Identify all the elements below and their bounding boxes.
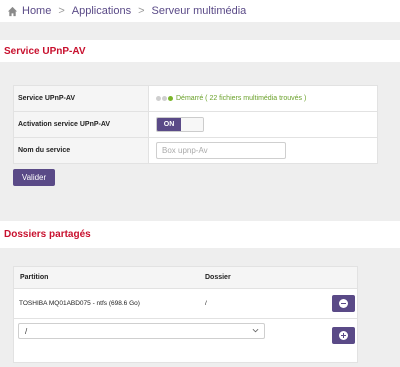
folder-cell: / bbox=[205, 300, 207, 307]
toggle-on-label: ON bbox=[157, 118, 181, 131]
section-title-shares: Dossiers partagés bbox=[0, 221, 400, 248]
column-header-folder: Dossier bbox=[205, 274, 231, 281]
section-title-upnp: Service UPnP-AV bbox=[0, 40, 400, 62]
table-row: Activation service UPnP-AV ON bbox=[13, 111, 378, 138]
spacer-band bbox=[0, 22, 400, 40]
activation-toggle[interactable]: ON bbox=[156, 117, 204, 132]
breadcrumb-separator: > bbox=[138, 5, 145, 17]
table-row: Service UPnP-AV Démarré ( 22 fichiers mu… bbox=[13, 85, 378, 112]
status-dot-icon bbox=[156, 96, 161, 101]
toggle-off-side bbox=[181, 118, 203, 131]
table-row: TOSHIBA MQ01ABD075 - ntfs (698.6 Go) / bbox=[14, 289, 357, 319]
breadcrumb-separator: > bbox=[58, 5, 65, 17]
row-label-service: Service UPnP-AV bbox=[13, 85, 149, 112]
minus-circle-icon bbox=[339, 299, 348, 308]
table-row: Nom du service bbox=[13, 137, 378, 164]
table-header: Partition Dossier bbox=[14, 267, 357, 289]
spacer-band bbox=[0, 197, 400, 221]
service-name-input[interactable] bbox=[156, 142, 286, 159]
breadcrumb-applications-link[interactable]: Applications bbox=[72, 5, 131, 17]
home-icon bbox=[7, 6, 18, 16]
partition-cell: TOSHIBA MQ01ABD075 - ntfs (698.6 Go) bbox=[19, 300, 140, 307]
breadcrumb-current: Serveur multimédia bbox=[151, 5, 247, 17]
status-text: Démarré ( 22 fichiers multimédia trouvés… bbox=[176, 95, 307, 102]
add-share-button[interactable] bbox=[332, 327, 355, 344]
breadcrumb: Home > Applications > Serveur multimédia bbox=[0, 0, 400, 22]
validate-button[interactable]: Valider bbox=[13, 169, 55, 186]
remove-share-button[interactable] bbox=[332, 295, 355, 312]
chevron-down-icon bbox=[252, 328, 259, 333]
plus-circle-icon bbox=[339, 331, 348, 340]
column-header-partition: Partition bbox=[20, 274, 49, 281]
folder-select-value: / bbox=[25, 326, 28, 336]
status-dot-icon bbox=[162, 96, 167, 101]
folder-select[interactable]: / bbox=[18, 323, 265, 339]
shared-folders-table: Partition Dossier TOSHIBA MQ01ABD075 - n… bbox=[13, 266, 358, 363]
status-active-icon bbox=[168, 96, 173, 101]
upnp-config-table: Service UPnP-AV Démarré ( 22 fichiers mu… bbox=[13, 85, 378, 164]
service-status: Démarré ( 22 fichiers multimédia trouvés… bbox=[148, 85, 378, 112]
row-label-service-name: Nom du service bbox=[13, 137, 149, 164]
row-label-activation: Activation service UPnP-AV bbox=[13, 111, 149, 138]
breadcrumb-home-link[interactable]: Home bbox=[22, 5, 51, 17]
